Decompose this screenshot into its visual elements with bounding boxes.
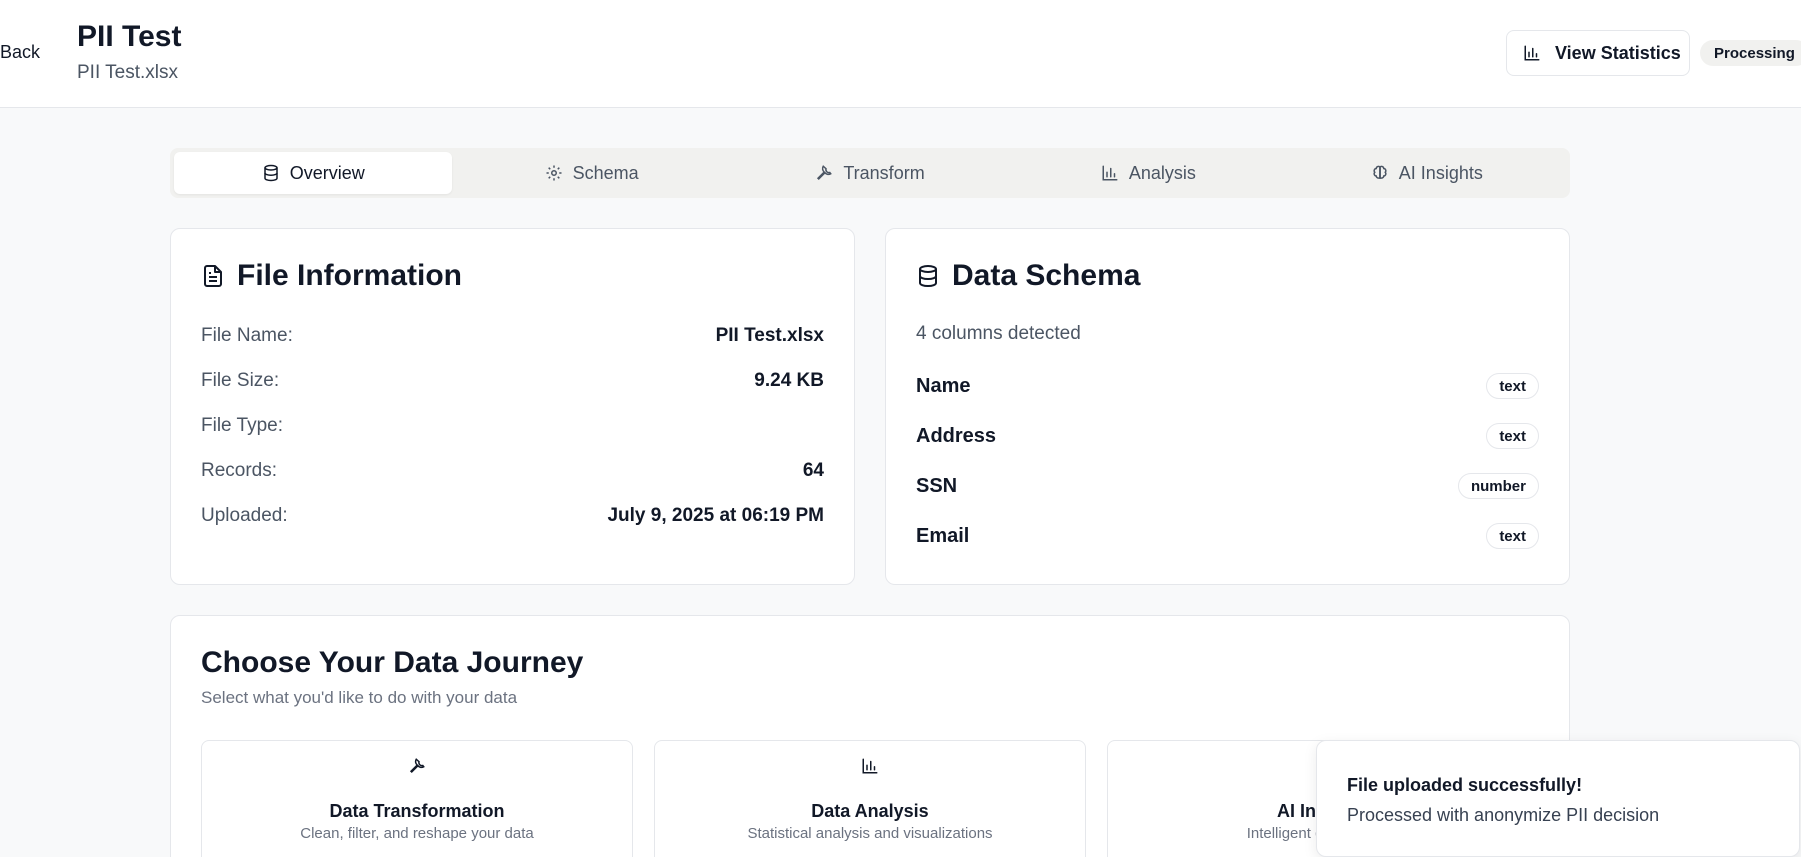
view-statistics-label: View Statistics (1555, 42, 1681, 63)
info-value: 64 (802, 460, 824, 481)
uploaded-row: Uploaded: July 9, 2025 at 06:19 PM (201, 505, 824, 527)
card-title: Data Schema (916, 259, 1140, 293)
info-value: PII Test.xlsx (715, 325, 824, 346)
journey-title: Choose Your Data Journey (201, 646, 584, 679)
columns-detected-text: 4 columns detected (916, 323, 1081, 344)
file-information-title: File Information (237, 259, 462, 292)
tab-analysis[interactable]: Analysis (1009, 152, 1287, 194)
info-label: File Type: (201, 415, 284, 436)
success-toast[interactable]: File uploaded successfully! Processed wi… (1316, 740, 1800, 857)
data-schema-card: Data Schema 4 columns detected Name text… (885, 228, 1570, 585)
back-button[interactable]: Back (0, 42, 40, 63)
tab-label: Transform (843, 162, 925, 183)
bar-chart-icon (861, 757, 879, 775)
option-description: Statistical analysis and visualizations (747, 825, 993, 842)
info-label: Uploaded: (201, 505, 288, 526)
bar-chart-icon (1523, 44, 1541, 62)
database-icon (916, 263, 940, 289)
brain-icon (1371, 164, 1389, 182)
tab-overview[interactable]: Overview (174, 152, 453, 194)
column-name: Address (916, 424, 997, 447)
view-statistics-button[interactable]: View Statistics (1506, 30, 1690, 76)
file-information-card: File Information File Name: PII Test.xls… (170, 228, 855, 585)
tab-schema[interactable]: Schema (452, 152, 730, 194)
column-type-badge: text (1486, 373, 1539, 399)
tab-label: Analysis (1128, 162, 1196, 183)
option-title: Data Transformation (329, 801, 505, 821)
column-name: SSN (916, 474, 958, 497)
column-type-badge: text (1486, 423, 1539, 449)
gear-icon (545, 164, 563, 182)
option-description: Clean, filter, and reshape your data (300, 825, 534, 842)
info-value: July 9, 2025 at 06:19 PM (607, 505, 824, 526)
tab-transform[interactable]: Transform (731, 152, 1009, 194)
schema-column-row: Address text (916, 421, 1539, 451)
data-analysis-option[interactable]: Data Analysis Statistical analysis and v… (654, 740, 1086, 857)
data-schema-title: Data Schema (952, 259, 1141, 292)
schema-column-row: SSN number (916, 471, 1539, 501)
column-name: Email (916, 524, 970, 547)
file-type-row: File Type: (201, 415, 824, 437)
status-badge: Processing (1700, 40, 1801, 66)
schema-column-row: Name text (916, 371, 1539, 401)
tab-label: Overview (289, 162, 365, 183)
wrench-icon (815, 164, 833, 182)
bar-chart-icon (1101, 164, 1119, 182)
info-value: 9.24 KB (754, 370, 824, 391)
option-title: Data Analysis (811, 801, 929, 821)
tab-label: AI Insights (1398, 162, 1483, 183)
card-title: File Information (201, 259, 462, 293)
records-row: Records: 64 (201, 460, 824, 482)
page-header: Back PII Test PII Test.xlsx View Statist… (0, 0, 1801, 108)
info-label: File Size: (201, 370, 280, 391)
toast-description: Processed with anonymize PII decision (1347, 805, 1660, 825)
database-icon (262, 164, 280, 182)
page-title: PII Test (77, 20, 182, 53)
tab-bar: Overview Schema Transform Analysis AI In… (170, 148, 1570, 198)
journey-subtitle: Select what you'd like to do with your d… (201, 688, 518, 707)
tab-ai-insights[interactable]: AI Insights (1288, 152, 1566, 194)
file-size-row: File Size: 9.24 KB (201, 370, 824, 392)
file-name-row: File Name: PII Test.xlsx (201, 325, 824, 347)
file-name-subtitle: PII Test.xlsx (77, 62, 179, 83)
tab-label: Schema (572, 162, 639, 183)
wrench-icon (408, 757, 426, 775)
column-type-badge: number (1457, 473, 1539, 499)
column-name: Name (916, 374, 971, 397)
column-type-badge: text (1486, 523, 1539, 549)
info-label: Records: (201, 460, 278, 481)
info-label: File Name: (201, 325, 293, 346)
data-transformation-option[interactable]: Data Transformation Clean, filter, and r… (201, 740, 633, 857)
schema-column-row: Email text (916, 521, 1539, 551)
document-icon (201, 263, 225, 289)
toast-title: File uploaded successfully! (1347, 775, 1583, 795)
